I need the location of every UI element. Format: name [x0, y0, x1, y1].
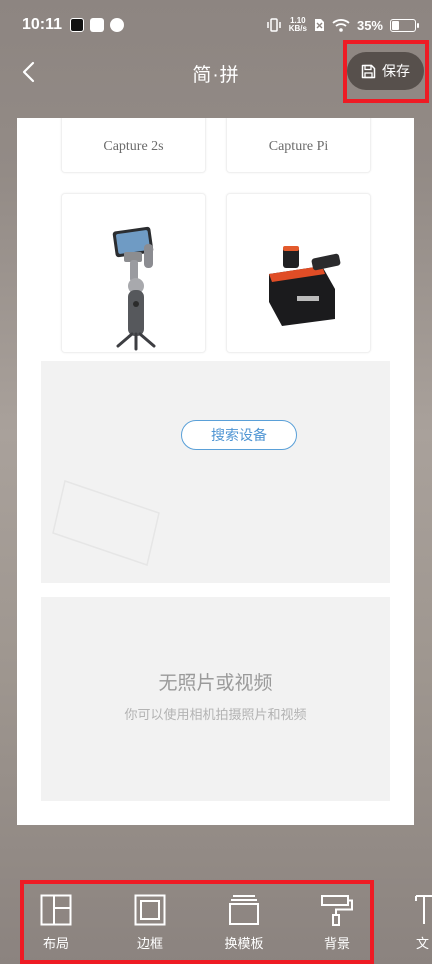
network-speed-unit: KB/s [288, 24, 307, 33]
no-sim-icon [314, 19, 324, 31]
gimbal-product-image [112, 226, 156, 351]
status-app-icons [70, 18, 125, 32]
template-icon [229, 895, 259, 925]
empty-state-subtitle: 你可以使用相机拍摄照片和视频 [124, 707, 307, 722]
app-header: 简·拼 保存 [0, 50, 432, 94]
toolbar-text-label: 文 [416, 936, 430, 951]
product-card-capture-2s[interactable]: Capture 2s [61, 118, 206, 173]
status-time: 10:11 [22, 16, 63, 33]
toolbar-layout-label: 布局 [42, 936, 69, 951]
empty-media-panel[interactable]: 无照片或视频 你可以使用相机拍摄照片和视频 [41, 597, 390, 801]
phone-outline-watermark [52, 480, 160, 566]
search-device-button[interactable]: 搜索设备 [181, 420, 297, 450]
status-bar: 10:11 1.10 KB/s 35% [0, 0, 432, 50]
toolbar-layout[interactable]: 布局 [26, 894, 86, 952]
product-name: Capture 2s [103, 139, 164, 154]
toolbar-text[interactable]: 文 [402, 894, 432, 952]
save-icon [361, 64, 376, 78]
battery-level [392, 20, 399, 30]
save-button[interactable]: 保存 [347, 52, 424, 90]
collage-canvas[interactable]: Capture 2s Capture Pi 搜索设备 无照片或视频 你可以使用相… [17, 118, 414, 825]
toolbar-template-label: 换模板 [224, 936, 264, 951]
empty-state-title: 无照片或视频 [158, 673, 273, 694]
background-roller-icon [321, 895, 353, 926]
wifi-icon [332, 19, 350, 32]
device-slot-panel: 搜索设备 [41, 361, 390, 583]
layout-icon [40, 894, 72, 926]
toolbar-template[interactable]: 换模板 [214, 894, 274, 952]
toolbar-background-label: 背景 [323, 936, 350, 951]
border-icon [134, 894, 166, 926]
app-notification-icon [110, 18, 125, 32]
toolbar-background[interactable]: 背景 [307, 894, 367, 952]
battery-icon [390, 18, 419, 32]
vibrate-icon [266, 18, 281, 32]
toolbar-border[interactable]: 边框 [120, 894, 180, 952]
microphone-product-image [269, 246, 341, 326]
product-name: Capture Pi [268, 139, 329, 154]
save-label: 保存 [382, 63, 410, 79]
text-icon [415, 895, 432, 924]
notification-app-icon [90, 18, 105, 32]
bottom-toolbar: 布局 边框 换模板 背景 文 [0, 880, 432, 964]
product-image-card-microphone[interactable] [226, 193, 371, 353]
network-speed: 1.10 KB/s [289, 17, 307, 33]
status-indicators: 1.10 KB/s 35% [266, 17, 419, 33]
tiktok-icon [70, 18, 85, 32]
product-image-card-gimbal[interactable] [61, 193, 206, 353]
toolbar-border-label: 边框 [136, 936, 163, 951]
battery-percentage: 35% [356, 17, 383, 33]
product-card-capture-pi[interactable]: Capture Pi [226, 118, 371, 173]
